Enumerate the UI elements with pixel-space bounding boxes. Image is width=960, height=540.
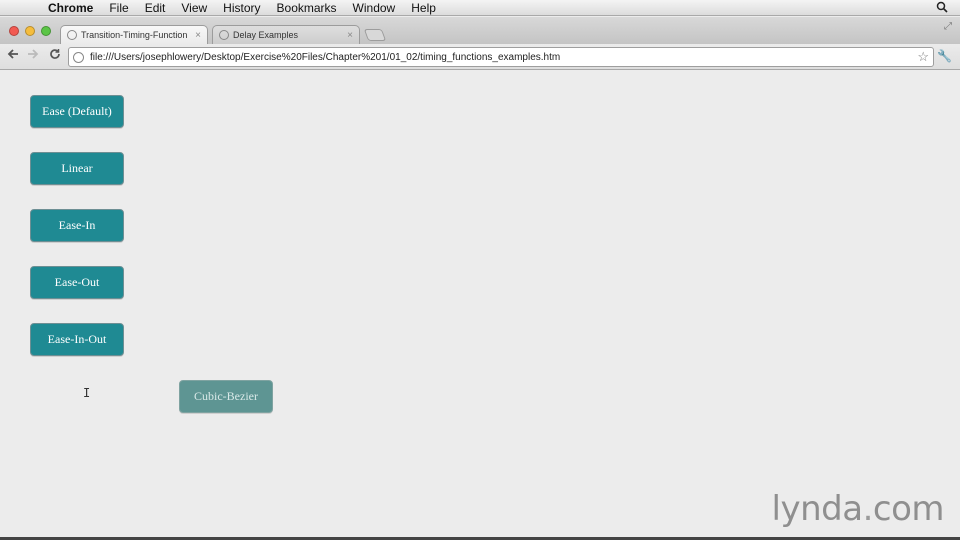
window-controls — [9, 26, 51, 36]
tab-delay-examples[interactable]: Delay Examples × — [212, 25, 360, 44]
globe-icon — [67, 30, 77, 40]
globe-icon — [219, 30, 229, 40]
page-content: Ease (Default) Linear Ease-In Ease-Out E… — [0, 71, 960, 537]
globe-icon — [73, 51, 84, 63]
linear-button[interactable]: Linear — [30, 152, 124, 185]
watermark-brand: lynda — [771, 489, 864, 529]
menu-view[interactable]: View — [173, 0, 215, 16]
star-icon[interactable]: ☆ — [917, 49, 929, 65]
minimize-window-button[interactable] — [25, 26, 35, 36]
text-cursor-icon: I — [83, 386, 91, 400]
watermark-dot: . — [862, 489, 874, 529]
wrench-icon[interactable]: 🔧 — [937, 49, 952, 63]
address-bar[interactable]: file:///Users/josephlowery/Desktop/Exerc… — [68, 47, 934, 67]
menu-bar: Chrome File Edit View History Bookmarks … — [0, 0, 960, 16]
close-tab-icon[interactable]: × — [195, 30, 201, 41]
watermark-tld: com — [872, 489, 945, 529]
tab-strip: Transition-Timing-Function × Delay Examp… — [0, 17, 960, 44]
menu-edit[interactable]: Edit — [137, 0, 174, 16]
menu-bookmarks[interactable]: Bookmarks — [269, 0, 345, 16]
ease-out-button[interactable]: Ease-Out — [30, 266, 124, 299]
menu-file[interactable]: File — [101, 0, 136, 16]
ease-default-button[interactable]: Ease (Default) — [30, 95, 124, 128]
tab-label: Delay Examples — [233, 30, 299, 40]
close-tab-icon[interactable]: × — [347, 30, 353, 41]
menu-window[interactable]: Window — [345, 0, 404, 16]
menu-app-chrome[interactable]: Chrome — [40, 0, 101, 16]
forward-arrow-icon[interactable] — [24, 48, 42, 63]
lynda-watermark: lynda.com — [771, 489, 945, 529]
menu-history[interactable]: History — [215, 0, 268, 16]
cubic-bezier-button[interactable]: Cubic-Bezier — [179, 380, 273, 413]
browser-toolbar: file:///Users/josephlowery/Desktop/Exerc… — [0, 44, 960, 70]
url-text: file:///Users/josephlowery/Desktop/Exerc… — [90, 51, 561, 63]
menu-help[interactable]: Help — [403, 0, 444, 16]
close-window-button[interactable] — [9, 26, 19, 36]
back-arrow-icon[interactable] — [4, 48, 22, 63]
search-icon[interactable] — [936, 1, 948, 16]
new-tab-button[interactable] — [363, 29, 387, 41]
ease-in-out-button[interactable]: Ease-In-Out — [30, 323, 124, 356]
tab-label: Transition-Timing-Function — [81, 30, 188, 40]
fullscreen-icon[interactable]: ⤢ — [944, 21, 952, 32]
tab-transition-timing-function[interactable]: Transition-Timing-Function × — [60, 25, 208, 44]
zoom-window-button[interactable] — [41, 26, 51, 36]
ease-in-button[interactable]: Ease-In — [30, 209, 124, 242]
reload-icon[interactable] — [46, 48, 64, 63]
